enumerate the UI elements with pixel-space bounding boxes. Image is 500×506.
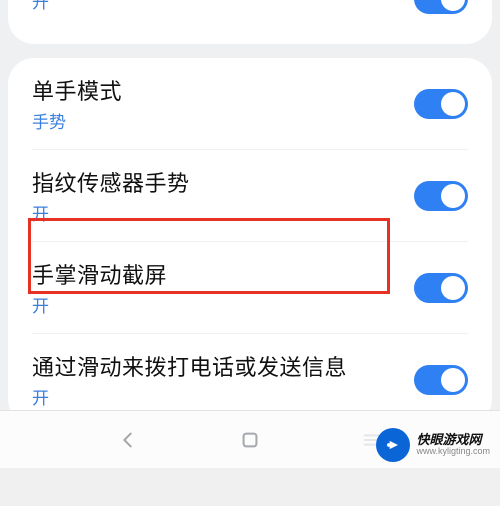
- watermark-title: 快眼游戏网: [416, 433, 490, 447]
- toggle-switch[interactable]: [414, 89, 468, 119]
- row-labels: 单手模式 手势: [32, 74, 122, 133]
- row-labels: 手掌滑动截屏 开: [32, 258, 167, 317]
- toggle-knob: [441, 0, 465, 11]
- toggle-switch[interactable]: [414, 365, 468, 395]
- watermark-logo-icon: [376, 428, 410, 462]
- row-status: 开: [32, 384, 347, 409]
- row-title: 指纹传感器手势: [32, 166, 190, 198]
- toggle-knob: [441, 276, 465, 300]
- toggle-switch[interactable]: [414, 181, 468, 211]
- toggle-switch[interactable]: [414, 273, 468, 303]
- toggle-knob: [441, 184, 465, 208]
- row-labels: 通过滑动来拨打电话或发送信息 开: [32, 350, 347, 409]
- settings-group-gestures: 单手模式 手势 指纹传感器手势 开 手掌滑动截屏 开 通过滑动来拨打电话或发送信…: [8, 58, 492, 425]
- row-status: 开: [32, 292, 167, 317]
- setting-row-previous[interactable]: 开: [8, 0, 492, 44]
- row-title: 通过滑动来拨打电话或发送信息: [32, 350, 347, 382]
- watermark-url: www.kyligting.com: [416, 447, 490, 456]
- toggle-knob: [441, 92, 465, 116]
- nav-home-icon[interactable]: [237, 427, 263, 453]
- row-status: 开: [32, 0, 49, 13]
- setting-row-fingerprint-gesture[interactable]: 指纹传感器手势 开: [8, 150, 492, 241]
- toggle-knob: [441, 368, 465, 392]
- setting-row-one-hand-mode[interactable]: 单手模式 手势: [8, 58, 492, 149]
- row-title: 手掌滑动截屏: [32, 258, 167, 290]
- settings-screen: 开 单手模式 手势 指纹传感器手势 开 手掌滑动截屏 开: [0, 0, 500, 468]
- row-status: 开: [32, 200, 190, 225]
- watermark: 快眼游戏网 www.kyligting.com: [376, 428, 490, 462]
- settings-group-top: 开: [8, 0, 492, 44]
- nav-back-icon[interactable]: [115, 427, 141, 453]
- setting-row-palm-swipe-screenshot[interactable]: 手掌滑动截屏 开: [8, 242, 492, 333]
- toggle-switch[interactable]: [414, 0, 468, 14]
- row-labels: 指纹传感器手势 开: [32, 166, 190, 225]
- row-labels: 开: [32, 0, 49, 13]
- watermark-text: 快眼游戏网 www.kyligting.com: [416, 433, 490, 456]
- row-title: 单手模式: [32, 74, 122, 106]
- row-status: 手势: [32, 108, 122, 133]
